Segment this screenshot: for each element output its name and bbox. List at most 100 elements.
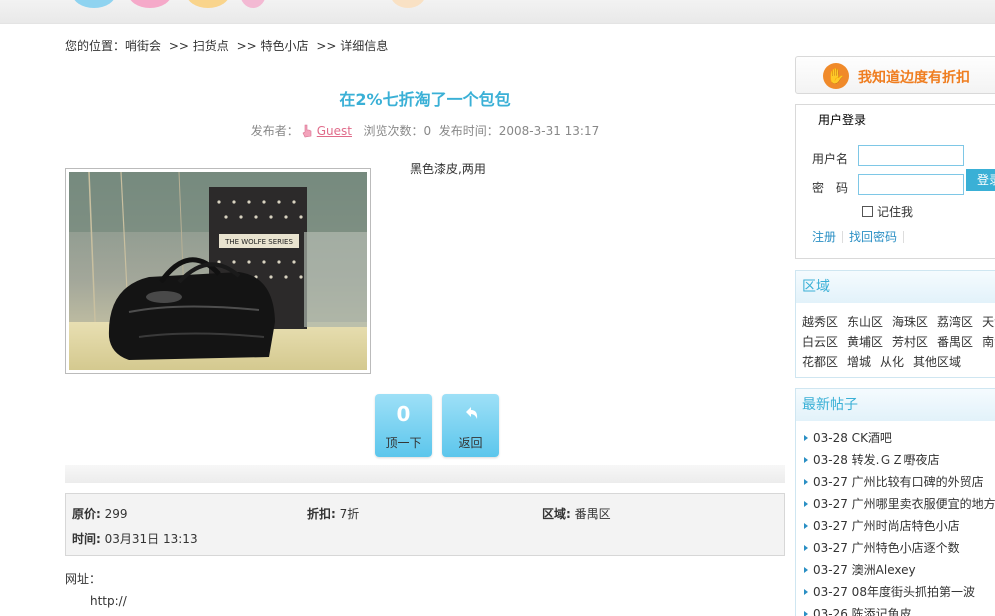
area-info: 区域: 番禺区 (542, 505, 611, 522)
header-decoration (72, 0, 116, 8)
region-link[interactable]: 天河区 (982, 315, 995, 329)
post-description: 黑色漆皮,两用 (410, 162, 486, 176)
post-meta: 发布者： Guest 浏览次数：0 发布时间：2008-3-31 13:17 (65, 122, 785, 139)
discount-value: 7折 (339, 507, 360, 521)
bullet-arrow-icon (804, 457, 808, 463)
bullet-arrow-icon (804, 545, 808, 551)
post-info-box: 原价: 299 折扣: 7折 区域: 番禺区 时间: 03月31日 13:13 (65, 493, 785, 556)
time-info: 时间: 03月31日 13:13 (72, 530, 198, 547)
author-link[interactable]: Guest (317, 124, 352, 138)
forgot-password-link[interactable]: 找回密码 (849, 230, 897, 244)
author-label: 发布者： (250, 124, 299, 138)
discount-info: 折扣: 7折 (307, 505, 359, 522)
latest-posts-title: 最新帖子 (796, 389, 995, 421)
list-item[interactable]: 03-28 转发.ＧＺ嘢夜店 (804, 451, 995, 473)
region-link[interactable]: 芳村区 (892, 335, 928, 349)
photo-print: THE WOLFE SERIES (224, 238, 293, 246)
password-input[interactable] (858, 174, 964, 195)
hand-icon (301, 124, 313, 138)
region-title: 区域 (796, 271, 995, 303)
region-link[interactable]: 增城 (847, 355, 871, 369)
view-count: 浏览次数：0 (363, 124, 432, 138)
hand-ok-icon: ✋ (823, 63, 849, 89)
bullet-arrow-icon (804, 479, 808, 485)
list-item[interactable]: 03-27 澳洲Alexey (804, 561, 995, 583)
bullet-arrow-icon (804, 611, 808, 616)
bullet-arrow-icon (804, 501, 808, 507)
region-link[interactable]: 白云区 (802, 335, 838, 349)
username-input[interactable] (858, 145, 964, 166)
discount-label: 折扣: (307, 507, 336, 521)
header-decoration (390, 0, 426, 8)
region-link[interactable]: 越秀区 (802, 315, 838, 329)
section-divider (65, 465, 785, 483)
list-item[interactable]: 03-27 广州比较有口碑的外贸店 (804, 473, 995, 495)
vote-count: 0 (396, 402, 411, 426)
back-label: 返回 (458, 436, 483, 450)
area-label: 区域: (542, 507, 571, 521)
password-label: 密 码 (812, 181, 849, 195)
region-link[interactable]: 从化 (880, 355, 904, 369)
login-button[interactable]: 登录 (966, 169, 995, 191)
bullet-arrow-icon (804, 589, 808, 595)
login-panel: 用户登录 用户名 密 码 登录 记住我 注册找回密码 (795, 104, 995, 259)
list-item[interactable]: 03-27 广州哪里卖衣服便宜的地方 (804, 495, 995, 517)
bullet-arrow-icon (804, 567, 808, 573)
link-separator (842, 231, 844, 243)
breadcrumb: 您的位置：哨街会 >> 扫货点 >> 特色小店 >> 详细信息 (65, 37, 392, 54)
remember-me[interactable]: 记住我 (862, 203, 913, 220)
area-value: 番禺区 (574, 507, 611, 521)
list-item[interactable]: 03-26 陈添记鱼皮 (804, 605, 995, 616)
post-photo: THE WOLFE SERIES (69, 171, 367, 371)
region-link[interactable]: 南沙区 (982, 335, 995, 349)
breadcrumb-item: >> 详细信息 (316, 39, 389, 53)
remember-checkbox[interactable] (862, 206, 873, 217)
region-link[interactable]: 花都区 (802, 355, 838, 369)
post-title: 在2%七折淘了一个包包 (339, 90, 511, 109)
price-info: 原价: 299 (72, 505, 128, 522)
region-row: 越秀区东山区海珠区荔湾区天河区 (802, 313, 995, 330)
register-link[interactable]: 注册 (812, 230, 836, 244)
post-photo-frame[interactable]: THE WOLFE SERIES (65, 168, 371, 374)
url-label: 网址： (65, 572, 102, 586)
back-button[interactable]: 返回 (442, 394, 499, 457)
list-item[interactable]: 03-27 广州特色小店逐个数 (804, 539, 995, 561)
remember-label: 记住我 (877, 205, 914, 219)
back-arrow-icon (442, 402, 499, 428)
time-value: 03月31日 13:13 (104, 532, 198, 546)
publish-time: 发布时间：2008-3-31 13:17 (438, 124, 600, 138)
header-decoration (240, 0, 266, 8)
region-row: 花都区 增城 从化 其他区域 (802, 353, 970, 370)
login-links: 注册 找回密码 (812, 228, 910, 245)
region-link[interactable]: 海珠区 (892, 315, 928, 329)
header-decoration (128, 0, 172, 8)
list-item[interactable]: 03-27 广州时尚店特色小店 (804, 517, 995, 539)
vote-up-button[interactable]: 0 顶一下 (375, 394, 432, 457)
breadcrumb-item[interactable]: >> 扫货点 (169, 39, 229, 53)
ad-text: 我知道边度有折扣 (858, 70, 970, 86)
site-header-strip (0, 0, 995, 24)
list-item[interactable]: 03-27 08年度街头抓拍第一波 (804, 583, 995, 605)
region-panel: 区域 越秀区东山区海珠区荔湾区天河区 白云区黄埔区芳村区番禺区南沙区 花都区增城… (795, 270, 995, 378)
region-link[interactable]: 东山区 (847, 315, 883, 329)
region-link[interactable]: 其他区域 (913, 355, 961, 369)
discount-ad-banner[interactable]: ✋ 我知道边度有折扣 (795, 56, 995, 94)
region-link[interactable]: 番禺区 (937, 335, 973, 349)
username-label: 用户名 (812, 152, 849, 166)
url-link[interactable]: http:// (90, 594, 127, 608)
time-label: 时间: (72, 532, 101, 546)
bullet-arrow-icon (804, 435, 808, 441)
bullet-arrow-icon (804, 523, 808, 529)
breadcrumb-home[interactable]: 您的位置：哨街会 (65, 39, 161, 53)
header-decoration (186, 0, 230, 8)
latest-posts-panel: 最新帖子 03-28 CK酒吧 03-28 转发.ＧＺ嘢夜店 03-27 广州比… (795, 388, 995, 616)
price-label: 原价: (72, 507, 101, 521)
link-separator (903, 231, 905, 243)
region-link[interactable]: 黄埔区 (847, 335, 883, 349)
region-link[interactable]: 荔湾区 (937, 315, 973, 329)
vote-up-label: 顶一下 (385, 436, 422, 450)
region-row: 白云区黄埔区芳村区番禺区南沙区 (802, 333, 995, 350)
breadcrumb-item[interactable]: >> 特色小店 (237, 39, 309, 53)
list-item[interactable]: 03-28 CK酒吧 (804, 429, 995, 451)
price-value: 299 (104, 507, 128, 521)
